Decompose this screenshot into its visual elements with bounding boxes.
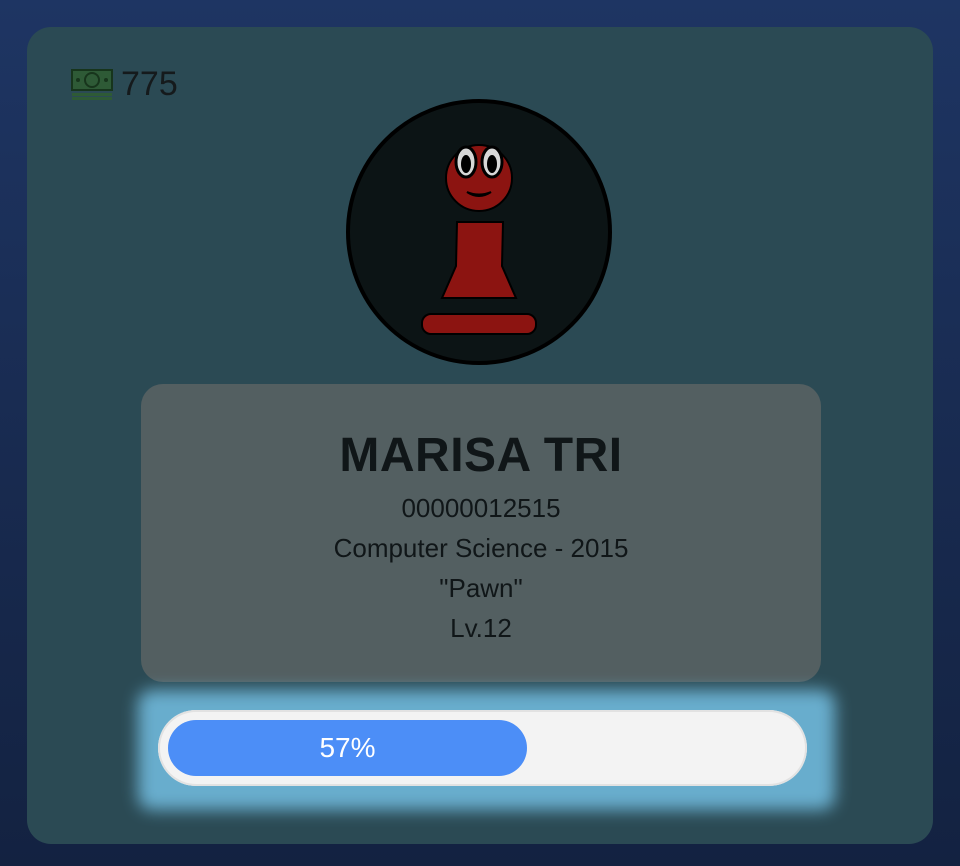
progress-label: 57% — [319, 732, 376, 763]
profile-info: MARISA TRI 00000012515 Computer Science … — [141, 384, 821, 682]
player-name: MARISA TRI — [339, 429, 623, 482]
cash-icon — [71, 69, 113, 100]
player-title: "Pawn" — [439, 573, 523, 603]
progress-fill: 57% — [168, 720, 527, 776]
pawn-avatar[interactable] — [345, 98, 613, 366]
level-progress-bar: 57% — [158, 710, 807, 786]
player-level: Lv.12 — [450, 613, 512, 643]
player-id: 00000012515 — [401, 493, 561, 523]
coin-amount: 775 — [121, 65, 178, 103]
player-program: Computer Science - 2015 — [333, 533, 629, 563]
profile-card: 775 MARISA TRI 00000012515 Computer Scie… — [27, 27, 933, 844]
coin-balance: 775 — [71, 67, 178, 101]
